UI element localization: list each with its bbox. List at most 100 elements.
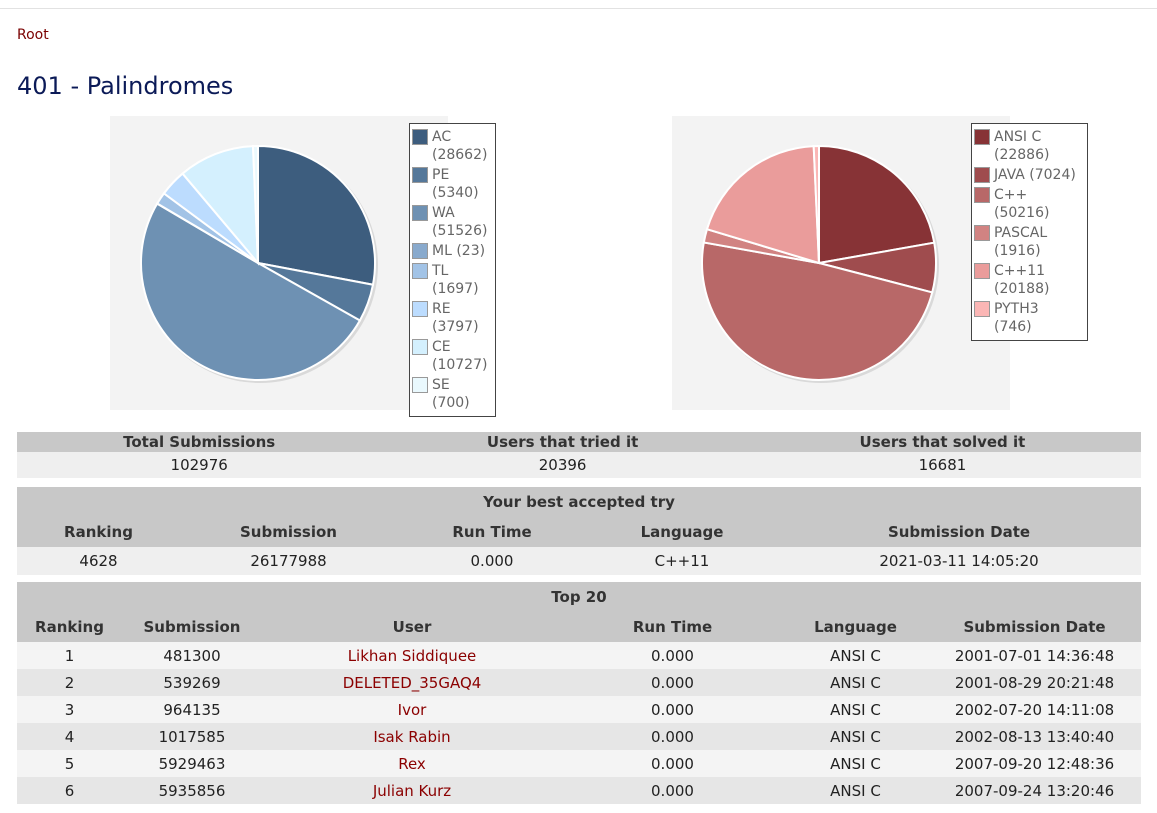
cell-runtime: 0.000 (562, 777, 783, 804)
cell-language: ANSI C (783, 777, 928, 804)
legend-item: ANSI C (22886) (974, 128, 1079, 164)
user-link[interactable]: Likhan Siddiquee (348, 647, 477, 665)
legend-swatch (412, 243, 428, 259)
legend-label: JAVA (7024) (994, 167, 1076, 183)
legend-label: SE (700) (432, 377, 470, 411)
stats-users-tried: 20396 (381, 452, 744, 478)
cell-ranking: 3 (17, 696, 122, 723)
breadcrumb-root[interactable]: Root (17, 27, 49, 43)
verdict-pie-svg (140, 144, 378, 383)
legend-label: C++11 (20188) (994, 263, 1050, 297)
cell-language: ANSI C (783, 669, 928, 696)
pie-slice-0 (257, 144, 376, 286)
cell-date: 2007-09-20 12:48:36 (928, 750, 1141, 777)
legend-label: CE (10727) (432, 339, 488, 373)
cell-submission: 5935856 (122, 777, 262, 804)
top20-header-ranking: Ranking (17, 612, 122, 642)
cell-runtime: 0.000 (562, 696, 783, 723)
legend-swatch (412, 167, 428, 183)
cell-date: 2007-09-24 13:20:46 (928, 777, 1141, 804)
cell-date: 2001-08-29 20:21:48 (928, 669, 1141, 696)
best-header-runtime: Run Time (397, 517, 587, 547)
best-ranking: 4628 (17, 547, 180, 575)
cell-date: 2001-07-01 14:36:48 (928, 642, 1141, 669)
cell-submission: 1017585 (122, 723, 262, 750)
cell-language: ANSI C (783, 696, 928, 723)
verdict-pie-chart: AC (28662) PE (5340) WA (51526) ML (23) TL (… (110, 116, 497, 417)
legend-swatch (974, 301, 990, 317)
cell-runtime: 0.000 (562, 642, 783, 669)
cell-language: ANSI C (783, 723, 928, 750)
verdict-legend: AC (28662) PE (5340) WA (51526) ML (23) TL (… (409, 123, 497, 417)
stats-total-submissions: 102976 (17, 452, 382, 478)
legend-swatch (974, 263, 990, 279)
table-row: 3 964135 Ivor 0.000 ANSI C 2002-07-20 14:11:0… (17, 696, 1141, 723)
legend-swatch (412, 205, 428, 221)
best-submission: 26177988 (180, 547, 397, 575)
legend-item: SE (700) (412, 376, 487, 412)
user-link[interactable]: Ivor (398, 701, 427, 719)
user-link[interactable]: DELETED_35GAQ4 (343, 674, 482, 692)
legend-swatch (412, 339, 428, 355)
cell-runtime: 0.000 (562, 723, 783, 750)
cell-user: Rex (262, 750, 562, 777)
legend-label: AC (28662) (432, 129, 488, 163)
stats-header-tried: Users that tried it (381, 432, 744, 452)
top20-header-language: Language (783, 612, 928, 642)
cell-language: ANSI C (783, 642, 928, 669)
legend-swatch (412, 263, 428, 279)
submission-stats-table: Total Submissions Users that tried it Us… (17, 432, 1141, 478)
top20-caption: Top 20 (17, 582, 1141, 612)
legend-item: RE (3797) (412, 300, 487, 336)
legend-item: PASCAL (1916) (974, 224, 1079, 260)
best-header-date: Submission Date (777, 517, 1141, 547)
legend-label: PASCAL (1916) (994, 225, 1048, 259)
page-title: 401 - Palindromes (17, 72, 234, 100)
user-link[interactable]: Julian Kurz (373, 782, 451, 800)
cell-language: ANSI C (783, 750, 928, 777)
cell-user: Likhan Siddiquee (262, 642, 562, 669)
cell-runtime: 0.000 (562, 669, 783, 696)
legend-label: WA (51526) (432, 205, 488, 239)
legend-label: PYTH3 (746) (994, 301, 1039, 335)
cell-ranking: 6 (17, 777, 122, 804)
cell-submission: 539269 (122, 669, 262, 696)
legend-swatch (412, 129, 428, 145)
legend-label: RE (3797) (432, 301, 479, 335)
cell-submission: 964135 (122, 696, 262, 723)
best-language: C++11 (587, 547, 777, 575)
top20-header-user: User (262, 612, 562, 642)
cell-user: Ivor (262, 696, 562, 723)
legend-swatch (412, 377, 428, 393)
cell-submission: 5929463 (122, 750, 262, 777)
top-divider (0, 8, 1157, 9)
best-try-caption: Your best accepted try (17, 487, 1141, 517)
top20-table: Top 20 Ranking Submission User Run Time … (17, 582, 1141, 804)
table-row: 1 481300 Likhan Siddiquee 0.000 ANSI C 2001-0… (17, 642, 1141, 669)
language-legend: ANSI C (22886) JAVA (7024) C++ (50216) PASC… (971, 123, 1088, 341)
legend-item: PYTH3 (746) (974, 300, 1079, 336)
best-header-ranking: Ranking (17, 517, 180, 547)
legend-swatch (974, 187, 990, 203)
cell-ranking: 2 (17, 669, 122, 696)
best-header-submission: Submission (180, 517, 397, 547)
language-pie-svg (701, 144, 939, 383)
table-row: 4 1017585 Isak Rabin 0.000 ANSI C 2002-08-13 … (17, 723, 1141, 750)
cell-ranking: 4 (17, 723, 122, 750)
user-link[interactable]: Isak Rabin (373, 728, 450, 746)
best-date: 2021-03-11 14:05:20 (777, 547, 1141, 575)
legend-item: C++ (50216) (974, 186, 1079, 222)
legend-item: C++11 (20188) (974, 262, 1079, 298)
table-row: 6 5935856 Julian Kurz 0.000 ANSI C 2007-09-24… (17, 777, 1141, 804)
cell-date: 2002-07-20 14:11:08 (928, 696, 1141, 723)
legend-item: JAVA (7024) (974, 166, 1079, 184)
cell-user: Isak Rabin (262, 723, 562, 750)
top20-header-runtime: Run Time (562, 612, 783, 642)
legend-label: TL (1697) (432, 263, 479, 297)
legend-item: PE (5340) (412, 166, 487, 202)
stats-header-solved: Users that solved it (743, 432, 1141, 452)
cell-ranking: 1 (17, 642, 122, 669)
best-runtime: 0.000 (397, 547, 587, 575)
legend-item: TL (1697) (412, 262, 487, 298)
user-link[interactable]: Rex (398, 755, 426, 773)
